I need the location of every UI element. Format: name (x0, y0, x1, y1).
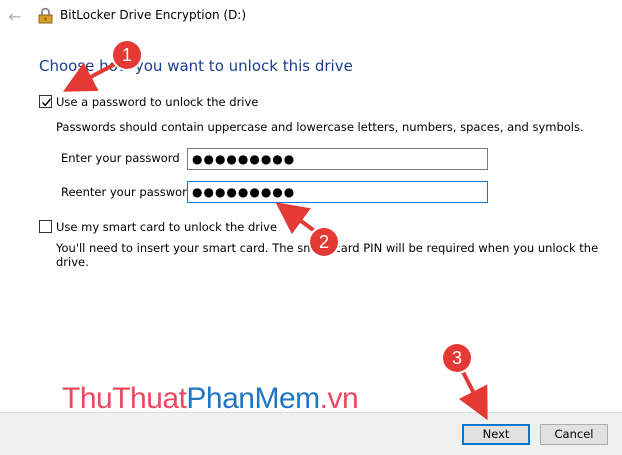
next-button[interactable]: Next (462, 424, 530, 445)
arrow-2 (275, 202, 318, 235)
smartcard-description: You'll need to insert your smart card. T… (56, 241, 599, 269)
watermark-part2: PhanMem (186, 382, 320, 415)
step-marker-2: 2 (310, 228, 338, 256)
reenter-password-input[interactable] (187, 181, 488, 203)
title-bar: ← BitLocker Drive Encryption (D:) (0, 0, 622, 33)
back-arrow-icon[interactable]: ← (4, 7, 26, 27)
password-option-label[interactable]: Use a password to unlock the drive (56, 95, 258, 109)
smartcard-option-label[interactable]: Use my smart card to unlock the drive (56, 220, 277, 234)
step-marker-3: 3 (443, 344, 471, 372)
enter-password-label: Enter your password (61, 151, 180, 165)
cancel-button[interactable]: Cancel (540, 424, 608, 445)
watermark: ThuThuatPhanMem.vn (62, 382, 359, 416)
bitlocker-icon (37, 7, 55, 25)
smartcard-checkbox[interactable] (39, 220, 52, 233)
checkmark-icon (41, 98, 52, 107)
watermark-part1: ThuThuat (62, 382, 187, 415)
window-title: BitLocker Drive Encryption (D:) (60, 8, 247, 22)
password-description: Passwords should contain uppercase and l… (56, 120, 584, 134)
enter-password-input[interactable] (187, 148, 488, 170)
password-checkbox[interactable] (39, 95, 52, 108)
watermark-part3: .vn (319, 382, 359, 415)
footer-bar: Next Cancel (0, 412, 622, 455)
page-heading: Choose how you want to unlock this drive (39, 57, 353, 75)
reenter-password-label: Reenter your password (61, 185, 194, 199)
arrow-3 (458, 369, 488, 421)
step-marker-1: 1 (113, 41, 141, 69)
